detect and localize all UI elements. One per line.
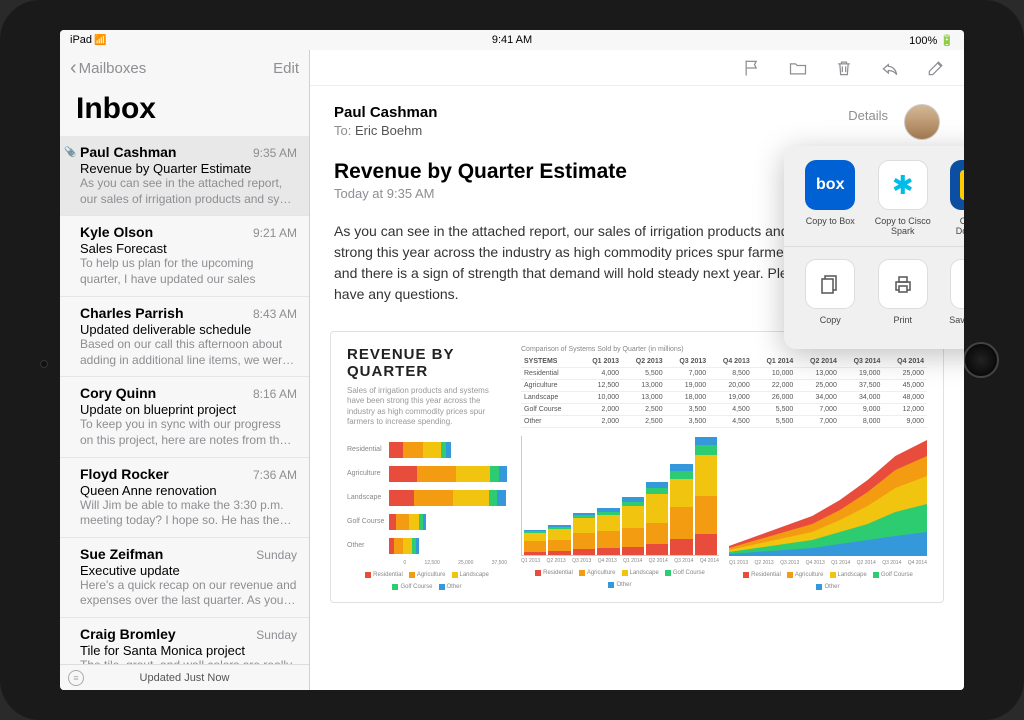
action-label: Copy — [796, 315, 864, 325]
mail-preview: As you can see in the attached report, o… — [80, 176, 297, 207]
action-icon — [805, 259, 855, 309]
clock: 9:41 AM — [492, 34, 532, 46]
action-icon — [950, 259, 964, 309]
compose-icon[interactable] — [926, 58, 946, 78]
carrier-label: iPad — [70, 34, 106, 46]
app-label: Copy to DocuSign — [941, 216, 964, 236]
action-label: Save to Files — [941, 315, 964, 325]
mail-item[interactable]: 📎 Paul Cashman 9:35 AMRevenue by Quarter E… — [60, 136, 309, 216]
mail-subject: Executive update — [80, 563, 297, 578]
mail-preview: To keep you in sync with our progress on… — [80, 417, 297, 448]
data-table: SYSTEMSQ1 2013Q2 2013Q3 2013Q4 2013Q1 20… — [521, 356, 927, 428]
mail-time: 9:35 AM — [253, 146, 297, 160]
mail-sender: Paul Cashman — [80, 144, 176, 160]
chevron-left-icon: ‹ — [70, 58, 77, 78]
attachment-icon: 📎 — [64, 147, 76, 158]
mail-time: 8:43 AM — [253, 307, 297, 321]
to-line: To: Eric Boehm — [334, 123, 437, 138]
mail-subject: Sales Forecast — [80, 241, 297, 256]
share-action[interactable]: Copy — [796, 259, 864, 325]
app-icon: box — [805, 160, 855, 210]
attachment-subtitle: Sales of irrigation products and systems… — [347, 386, 507, 428]
column-chart: Q1 2013Q2 2013Q3 2013Q4 2013Q1 2014Q2 20… — [521, 436, 719, 586]
app-icon: ✱ — [878, 160, 928, 210]
mail-item[interactable]: Craig Bromley SundayTile for Santa Monica… — [60, 618, 309, 664]
mail-list: 📎 Paul Cashman 9:35 AMRevenue by Quarter E… — [60, 136, 309, 664]
mail-time: Sunday — [256, 548, 297, 562]
message-pane: Paul Cashman To: Eric Boehm Details Reve… — [310, 50, 964, 690]
edit-button[interactable]: Edit — [273, 60, 299, 77]
mail-time: 9:21 AM — [253, 226, 297, 240]
inbox-title: Inbox — [60, 86, 309, 136]
mail-preview: Here's a quick recap on our revenue and … — [80, 578, 297, 609]
folder-icon[interactable] — [788, 58, 808, 78]
mail-subject: Queen Anne renovation — [80, 483, 297, 498]
camera — [40, 360, 48, 368]
mail-sender: Floyd Rocker — [80, 466, 169, 482]
mail-preview: To help us plan for the upcoming quarter… — [80, 256, 297, 288]
status-bar: iPad 9:41 AM 100% — [60, 30, 964, 50]
app-icon: ⬇ — [950, 160, 964, 210]
mail-item[interactable]: Kyle Olson 9:21 AMSales ForecastTo help u… — [60, 216, 309, 297]
attachment-title: REVENUE BY QUARTER — [347, 346, 507, 380]
app-label: Copy to Cisco Spark — [869, 216, 937, 236]
app-label: Copy to Box — [796, 216, 864, 226]
mail-sender: Cory Quinn — [80, 385, 156, 401]
mail-time: 8:16 AM — [253, 387, 297, 401]
mail-item[interactable]: Sue Zeifman SundayExecutive updateHere's … — [60, 538, 309, 618]
area-chart: Q1 2013Q2 2013Q3 2013Q4 2013Q1 2014Q2 20… — [729, 436, 927, 586]
mail-preview: Will Jim be able to make the 3:30 p.m. m… — [80, 498, 297, 529]
share-app[interactable]: ✱ Copy to Cisco Spark — [869, 160, 937, 236]
to-label: To: — [334, 123, 351, 138]
battery-label: 100% — [909, 34, 954, 47]
action-icon — [878, 259, 928, 309]
mail-subject: Updated deliverable schedule — [80, 322, 297, 337]
filter-icon[interactable]: ≡ — [68, 670, 84, 686]
mailbox-sidebar: ‹ Mailboxes Edit Inbox 📎 Paul Cashman 9:35… — [60, 50, 310, 690]
mail-preview: Based on our call this afternoon about a… — [80, 337, 297, 368]
mail-sender: Sue Zeifman — [80, 546, 163, 562]
to-name[interactable]: Eric Boehm — [355, 123, 422, 138]
details-link[interactable]: Details — [848, 108, 888, 123]
mail-item[interactable]: Floyd Rocker 7:36 AMQueen Anne renovation… — [60, 458, 309, 538]
share-action[interactable]: Print — [869, 259, 937, 325]
reply-icon[interactable] — [880, 58, 900, 78]
from-name[interactable]: Paul Cashman — [334, 104, 437, 121]
mail-subject: Revenue by Quarter Estimate — [80, 161, 297, 176]
home-button[interactable] — [963, 342, 999, 378]
mail-subject: Tile for Santa Monica project — [80, 643, 297, 658]
sidebar-footer: ≡ Updated Just Now — [60, 664, 309, 690]
action-label: Print — [869, 315, 937, 325]
share-sheet: box Copy to Box ✱ Copy to Cisco Spark ⬇ Copy … — [784, 146, 964, 349]
mail-time: 7:36 AM — [253, 468, 297, 482]
mail-time: Sunday — [256, 628, 297, 642]
hbar-chart: ResidentialAgricultureLandscapeGolf Cour… — [347, 438, 507, 588]
attachment-preview[interactable]: REVENUE BY QUARTER Sales of irrigation p… — [330, 331, 944, 603]
mail-sender: Kyle Olson — [80, 224, 153, 240]
avatar[interactable] — [904, 104, 940, 140]
mail-sender: Craig Bromley — [80, 626, 176, 642]
updated-label: Updated Just Now — [140, 672, 230, 684]
trash-icon[interactable] — [834, 58, 854, 78]
mail-item[interactable]: Cory Quinn 8:16 AMUpdate on blueprint pro… — [60, 377, 309, 457]
share-action[interactable]: Save to Files — [941, 259, 964, 325]
share-app[interactable]: ⬇ Copy to DocuSign — [941, 160, 964, 236]
back-label: Mailboxes — [79, 60, 147, 77]
back-to-mailboxes[interactable]: ‹ Mailboxes — [70, 58, 146, 78]
flag-icon[interactable] — [742, 58, 762, 78]
share-app[interactable]: box Copy to Box — [796, 160, 864, 236]
mail-sender: Charles Parrish — [80, 305, 184, 321]
toolbar — [310, 50, 964, 86]
mail-subject: Update on blueprint project — [80, 402, 297, 417]
mail-item[interactable]: Charles Parrish 8:43 AMUpdated deliverabl… — [60, 297, 309, 377]
